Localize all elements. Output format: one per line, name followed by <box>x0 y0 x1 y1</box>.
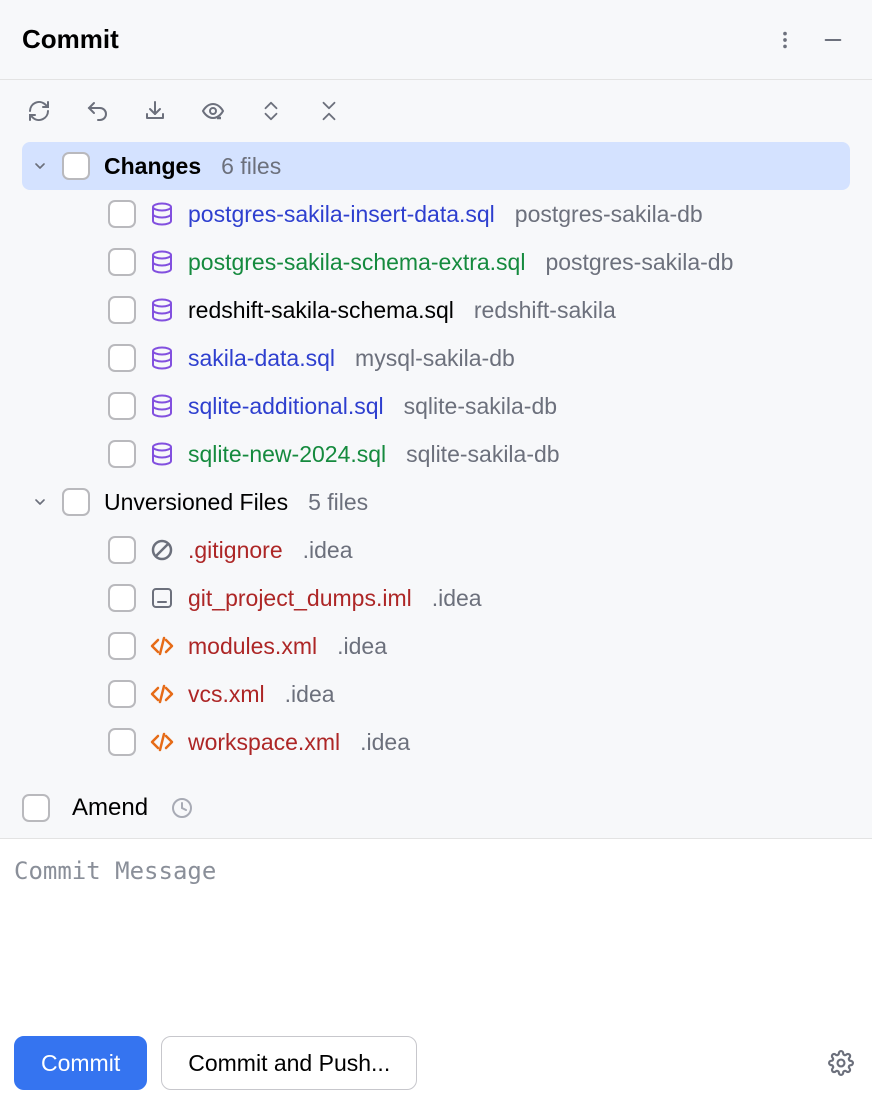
file-name: modules.xml <box>188 633 317 660</box>
file-checkbox[interactable] <box>108 440 136 468</box>
changes-list: postgres-sakila-insert-data.sql postgres-… <box>22 190 850 478</box>
panel-title: Commit <box>22 24 754 55</box>
db-icon <box>150 202 174 226</box>
changes-group-label: Changes <box>104 153 201 180</box>
show-diff-button[interactable] <box>196 94 230 128</box>
db-icon <box>150 442 174 466</box>
file-checkbox[interactable] <box>108 392 136 420</box>
commit-footer: Commit Commit and Push... <box>0 1020 872 1106</box>
ignore-icon <box>150 538 174 562</box>
db-icon <box>150 250 174 274</box>
file-name: workspace.xml <box>188 729 340 756</box>
changes-tree: Changes 6 files postgres-sakila-insert-d… <box>0 142 872 778</box>
file-checkbox[interactable] <box>108 680 136 708</box>
commit-message-input[interactable] <box>0 839 872 1020</box>
file-row[interactable]: workspace.xml .idea <box>22 718 850 766</box>
commit-message-wrap <box>0 838 872 1020</box>
unversioned-group-header[interactable]: Unversioned Files 5 files <box>22 478 850 526</box>
file-row[interactable]: postgres-sakila-schema-extra.sql postgres… <box>22 238 850 286</box>
rollback-button[interactable] <box>80 94 114 128</box>
file-checkbox[interactable] <box>108 248 136 276</box>
file-path: mysql-sakila-db <box>355 345 515 372</box>
commit-button[interactable]: Commit <box>14 1036 147 1090</box>
file-row[interactable]: vcs.xml .idea <box>22 670 850 718</box>
amend-row: Amend <box>0 778 872 838</box>
file-path: postgres-sakila-db <box>515 201 703 228</box>
unversioned-group-count: 5 files <box>308 489 368 516</box>
shelve-button[interactable] <box>138 94 172 128</box>
xml-icon <box>150 682 174 706</box>
file-row[interactable]: redshift-sakila-schema.sql redshift-sakil… <box>22 286 850 334</box>
changes-group-header[interactable]: Changes 6 files <box>22 142 850 190</box>
more-actions-button[interactable] <box>768 23 802 57</box>
unversioned-group-label: Unversioned Files <box>104 489 288 516</box>
amend-checkbox[interactable] <box>22 794 50 822</box>
file-name: sqlite-additional.sql <box>188 393 384 420</box>
file-name: postgres-sakila-schema-extra.sql <box>188 249 525 276</box>
chevron-down-icon <box>32 494 48 510</box>
file-name: sqlite-new-2024.sql <box>188 441 386 468</box>
file-name: .gitignore <box>188 537 283 564</box>
file-path: .idea <box>285 681 335 708</box>
file-path: .idea <box>337 633 387 660</box>
minimize-button[interactable] <box>816 23 850 57</box>
file-row[interactable]: sqlite-additional.sql sqlite-sakila-db <box>22 382 850 430</box>
chevron-down-icon <box>32 158 48 174</box>
file-path: .idea <box>303 537 353 564</box>
file-name: redshift-sakila-schema.sql <box>188 297 454 324</box>
file-checkbox[interactable] <box>108 296 136 324</box>
refresh-button[interactable] <box>22 94 56 128</box>
commit-options-button[interactable] <box>824 1046 858 1080</box>
file-path: sqlite-sakila-db <box>404 393 557 420</box>
file-name: postgres-sakila-insert-data.sql <box>188 201 495 228</box>
amend-label: Amend <box>72 794 148 822</box>
file-path: .idea <box>360 729 410 756</box>
file-row[interactable]: sqlite-new-2024.sql sqlite-sakila-db <box>22 430 850 478</box>
file-checkbox[interactable] <box>108 344 136 372</box>
file-checkbox[interactable] <box>108 200 136 228</box>
file-row[interactable]: modules.xml .idea <box>22 622 850 670</box>
panel-header: Commit <box>0 0 872 80</box>
file-checkbox[interactable] <box>108 728 136 756</box>
file-checkbox[interactable] <box>108 536 136 564</box>
file-checkbox[interactable] <box>108 584 136 612</box>
file-row[interactable]: git_project_dumps.iml .idea <box>22 574 850 622</box>
iml-icon <box>150 586 174 610</box>
file-row[interactable]: postgres-sakila-insert-data.sql postgres-… <box>22 190 850 238</box>
history-icon[interactable] <box>170 796 194 820</box>
file-row[interactable]: sakila-data.sql mysql-sakila-db <box>22 334 850 382</box>
changes-group-checkbox[interactable] <box>62 152 90 180</box>
unversioned-group-checkbox[interactable] <box>62 488 90 516</box>
changes-group-count: 6 files <box>221 153 281 180</box>
db-icon <box>150 346 174 370</box>
xml-icon <box>150 634 174 658</box>
file-path: sqlite-sakila-db <box>406 441 559 468</box>
expand-all-button[interactable] <box>254 94 288 128</box>
file-name: sakila-data.sql <box>188 345 335 372</box>
file-checkbox[interactable] <box>108 632 136 660</box>
file-row[interactable]: .gitignore .idea <box>22 526 850 574</box>
db-icon <box>150 394 174 418</box>
commit-toolbar <box>0 80 872 142</box>
collapse-all-button[interactable] <box>312 94 346 128</box>
unversioned-list: .gitignore .idea git_project_dumps.iml .ide… <box>22 526 850 766</box>
file-path: postgres-sakila-db <box>545 249 733 276</box>
file-path: .idea <box>432 585 482 612</box>
xml-icon <box>150 730 174 754</box>
file-path: redshift-sakila <box>474 297 616 324</box>
db-icon <box>150 298 174 322</box>
file-name: git_project_dumps.iml <box>188 585 412 612</box>
file-name: vcs.xml <box>188 681 265 708</box>
commit-and-push-button[interactable]: Commit and Push... <box>161 1036 417 1090</box>
